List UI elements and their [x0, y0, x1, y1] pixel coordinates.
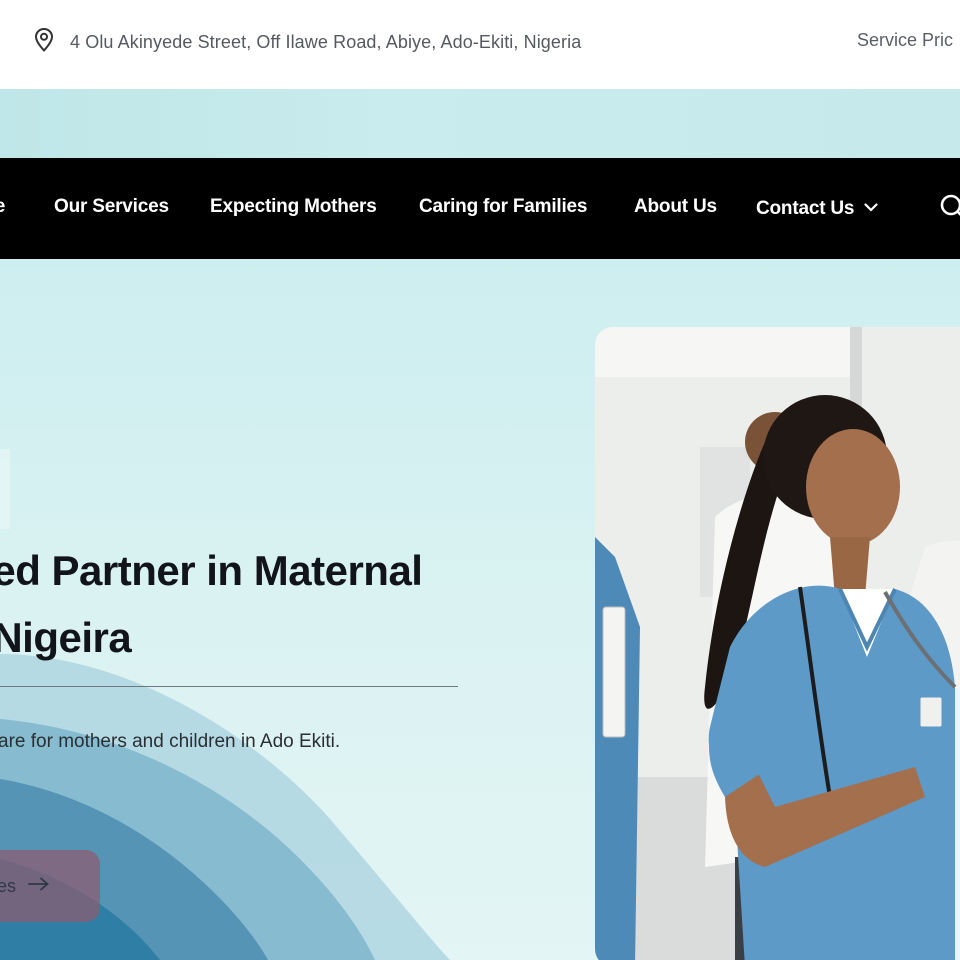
- chevron-down-icon: [864, 196, 878, 218]
- nav-item-our-services[interactable]: Our Services: [54, 196, 169, 218]
- services-cta-button[interactable]: ces: [0, 850, 100, 922]
- hero-section: sted Partner in Maternal n Nigeira are f…: [0, 259, 960, 960]
- service-pricing-link[interactable]: Service Pric: [857, 30, 953, 51]
- nav-item-caring-for-families[interactable]: Caring for Families: [419, 196, 587, 218]
- accent-strip: [0, 89, 960, 158]
- nav-item-home[interactable]: me: [0, 196, 5, 218]
- top-info-bar: 4 Olu Akinyede Street, Off Ilawe Road, A…: [0, 0, 960, 89]
- services-cta-label: ces: [0, 875, 17, 896]
- map-pin-icon: [32, 27, 56, 58]
- hero-photo: [595, 327, 960, 960]
- address-text: 4 Olu Akinyede Street, Off Ilawe Road, A…: [70, 32, 582, 52]
- nurse-in-scrubs-photo: [595, 327, 960, 960]
- hero-headline-line-2: n Nigeira: [0, 614, 132, 661]
- nav-item-contact-us-label: Contact Us: [756, 198, 855, 219]
- arrow-right-icon: [28, 877, 50, 896]
- nav-item-about-us[interactable]: About Us: [634, 196, 717, 218]
- nav-item-expecting-mothers[interactable]: Expecting Mothers: [210, 196, 377, 218]
- main-nav: me Our Services Expecting Mothers Caring…: [0, 158, 960, 259]
- hero-headline: sted Partner in Maternal n Nigeira: [0, 537, 423, 671]
- search-icon[interactable]: [938, 192, 960, 227]
- address: 4 Olu Akinyede Street, Off Ilawe Road, A…: [32, 27, 581, 58]
- hero-subtext: are for mothers and children in Ado Ekit…: [0, 731, 341, 752]
- hero-divider: [0, 686, 458, 687]
- hero-headline-line-1: sted Partner in Maternal: [0, 547, 423, 594]
- nav-item-contact-us[interactable]: Contact Us: [756, 196, 878, 220]
